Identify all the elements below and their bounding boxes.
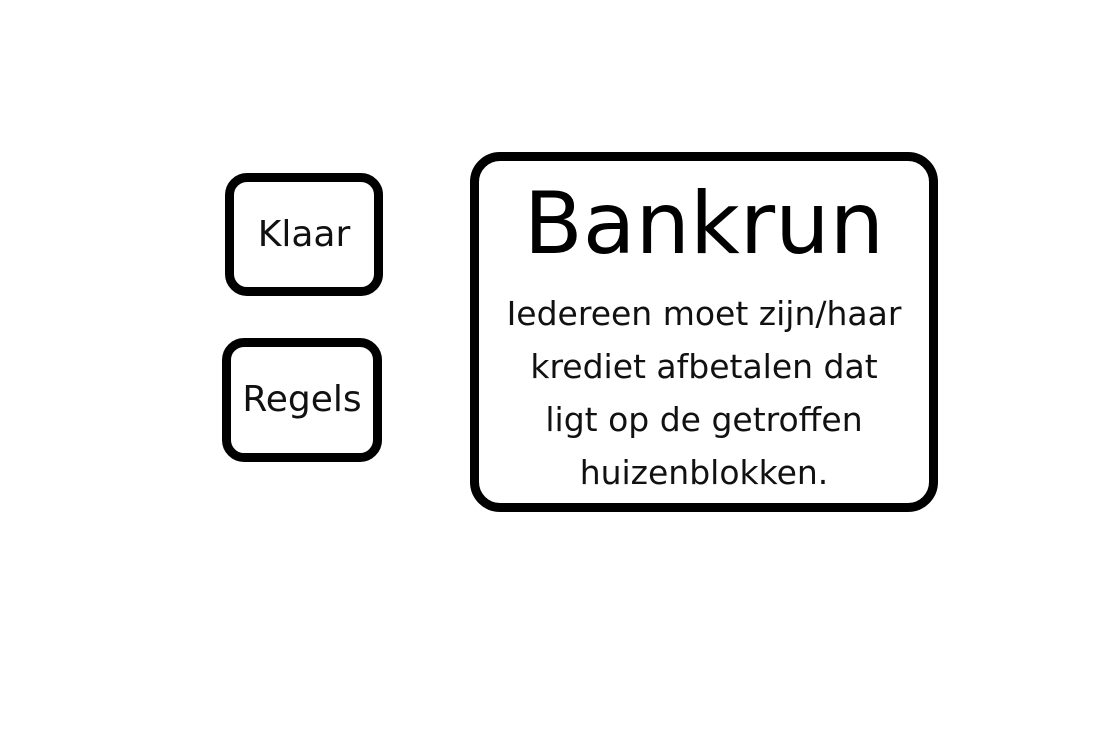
- card-description-line: Iedereen moet zijn/haar: [506, 294, 902, 333]
- rules-button-label: Regels: [242, 379, 362, 420]
- game-screen: Klaar Regels Bankrun Iedereen moet zijn/…: [0, 0, 1118, 756]
- event-card: Bankrun Iedereen moet zijn/haar krediet …: [470, 152, 938, 512]
- done-button[interactable]: Klaar: [225, 173, 383, 296]
- rules-button[interactable]: Regels: [222, 338, 382, 462]
- card-title: Bankrun: [523, 174, 885, 274]
- card-description-line: ligt op de getroffen: [545, 400, 863, 439]
- card-description-line: huizenblokken.: [579, 453, 829, 492]
- done-button-label: Klaar: [257, 213, 351, 255]
- card-description-line: krediet afbetalen dat: [530, 347, 878, 386]
- card-description: Iedereen moet zijn/haar krediet afbetale…: [487, 287, 921, 499]
